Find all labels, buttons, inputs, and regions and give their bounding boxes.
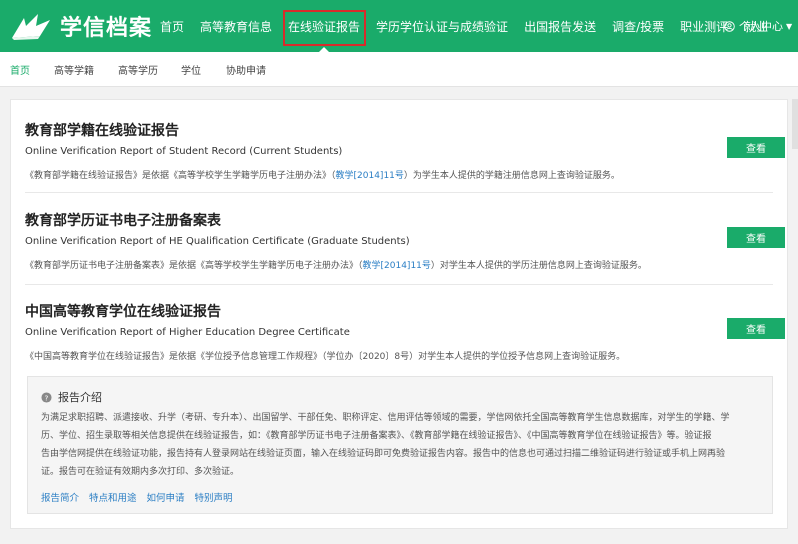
intro-header: ? 报告介绍 xyxy=(41,389,102,405)
caret-down-icon: ▼ xyxy=(786,21,793,31)
nav-label: 首页 xyxy=(160,19,185,34)
top-navbar: 学信档案 首页 高等教育信息 在线验证报告 学历学位认证与成绩验证 出国报告发送… xyxy=(0,0,798,53)
nav-label: 高等教育信息 xyxy=(200,19,273,34)
report-subtitle: Online Verification Report of Student Re… xyxy=(25,146,343,157)
report-degree: 中国高等教育学位在线验证报告 Online Verification Repor… xyxy=(25,301,785,362)
sub-nav: 首页 高等学籍 高等学历 学位 协助申请 xyxy=(0,52,798,87)
report-description: 《中国高等教育学位在线验证报告》是依据《学位授予信息管理工作规程》（学位办〔20… xyxy=(25,352,626,362)
nav-item-overseas-report[interactable]: 出国报告发送 xyxy=(516,0,604,52)
desc-text: 《教育部学历证书电子注册备案表》是依据《高等学校学生学籍学历电子注册办法》（ xyxy=(25,261,363,271)
intro-body: 为满足求职招聘、派遣接收、升学（考研、专升本）、出国留学、干部任免、职称评定、信… xyxy=(41,409,763,481)
intro-line: 历、学位、招生录取等相关信息提供在线验证报告，如：《教育部学历证书电子注册备案表… xyxy=(41,431,712,441)
intro-line: 告由学信网提供在线验证功能，报告持有人登录网站在线验证页面，输入在线验证码即可免… xyxy=(41,449,726,459)
report-title: 教育部学籍在线验证报告 xyxy=(25,123,179,139)
policy-link[interactable]: 教学[2014]11号 xyxy=(363,261,431,271)
report-qualification: 教育部学历证书电子注册备案表 Online Verification Repor… xyxy=(25,210,785,271)
intro-title: 报告介绍 xyxy=(58,391,102,404)
subnav-item-degree[interactable]: 学位 xyxy=(181,62,201,77)
report-description: 《教育部学历证书电子注册备案表》是依据《高等学校学生学籍学历电子注册办法》（教学… xyxy=(25,258,773,271)
nav-item-online-verification[interactable]: 在线验证报告 xyxy=(280,0,368,53)
user-center-menu[interactable]: 个人中心 ▼ xyxy=(724,0,792,52)
intro-links: 报告简介 特点和用途 如何申请 特别声明 xyxy=(41,490,243,504)
question-circle-icon: ? xyxy=(41,391,52,403)
subnav-item-student-record[interactable]: 高等学籍 xyxy=(54,62,94,77)
report-subtitle: Online Verification Report of Higher Edu… xyxy=(25,327,350,338)
report-student-record: 教育部学籍在线验证报告 Online Verification Report o… xyxy=(25,120,785,181)
svg-text:?: ? xyxy=(45,393,49,402)
report-title: 中国高等教育学位在线验证报告 xyxy=(25,304,221,320)
desc-text: ）对学生本人提供的学历注册信息网上查询验证服务。 xyxy=(430,261,647,271)
subnav-item-assist-apply[interactable]: 协助申请 xyxy=(226,62,266,77)
report-list-card: 教育部学籍在线验证报告 Online Verification Report o… xyxy=(10,99,788,529)
report-title: 教育部学历证书电子注册备案表 xyxy=(25,213,221,229)
nav-item-higher-edu-info[interactable]: 高等教育信息 xyxy=(192,0,280,52)
divider xyxy=(25,284,773,285)
link-features-uses[interactable]: 特点和用途 xyxy=(89,490,137,504)
link-report-intro[interactable]: 报告简介 xyxy=(41,490,79,504)
desc-text: 《教育部学籍在线验证报告》是依据《高等学校学生学籍学历电子注册办法》（ xyxy=(25,171,336,181)
nav-item-degree-certification[interactable]: 学历学位认证与成绩验证 xyxy=(368,0,516,52)
divider xyxy=(25,192,773,193)
desc-text: ）为学生本人提供的学籍注册信息网上查询验证服务。 xyxy=(403,171,620,181)
report-subtitle: Online Verification Report of HE Qualifi… xyxy=(25,236,410,247)
view-student-record-button[interactable]: 查看 xyxy=(727,137,785,158)
book-logo-icon xyxy=(12,14,50,40)
intro-line: 证。报告可在验证有效期内多次打印、多次验证。 xyxy=(41,467,240,477)
view-degree-button[interactable]: 查看 xyxy=(727,318,785,339)
link-how-to-apply[interactable]: 如何申请 xyxy=(147,490,185,504)
nav-label: 学历学位认证与成绩验证 xyxy=(376,19,509,34)
intro-line: 为满足求职招聘、派遣接收、升学（考研、专升本）、出国留学、干部任免、职称评定、信… xyxy=(41,413,730,423)
link-special-statement[interactable]: 特别声明 xyxy=(195,490,233,504)
user-center-label: 个人中心 xyxy=(739,20,783,33)
nav-label: 调查/投票 xyxy=(612,19,665,34)
brand-logo[interactable]: 学信档案 xyxy=(10,9,152,43)
policy-link[interactable]: 教学[2014]11号 xyxy=(336,171,404,181)
brand-name: 学信档案 xyxy=(60,16,153,41)
nav-label: 出国报告发送 xyxy=(524,19,597,34)
report-intro-box: ? 报告介绍 为满足求职招聘、派遣接收、升学（考研、专升本）、出国留学、干部任免… xyxy=(27,376,773,514)
nav-label: 职业测评 xyxy=(680,19,729,34)
main-nav: 首页 高等教育信息 在线验证报告 学历学位认证与成绩验证 出国报告发送 调查/投… xyxy=(152,0,776,53)
user-circle-icon xyxy=(724,20,735,32)
highlight-box xyxy=(283,10,367,46)
side-scrollbar[interactable] xyxy=(792,99,798,149)
subnav-item-home[interactable]: 首页 xyxy=(10,62,30,77)
nav-item-survey-vote[interactable]: 调查/投票 xyxy=(604,0,672,52)
subnav-item-qualification[interactable]: 高等学历 xyxy=(118,62,158,77)
report-description: 《教育部学籍在线验证报告》是依据《高等学校学生学籍学历电子注册办法》（教学[20… xyxy=(25,168,773,181)
view-qualification-button[interactable]: 查看 xyxy=(727,227,785,248)
nav-item-home[interactable]: 首页 xyxy=(152,0,192,52)
